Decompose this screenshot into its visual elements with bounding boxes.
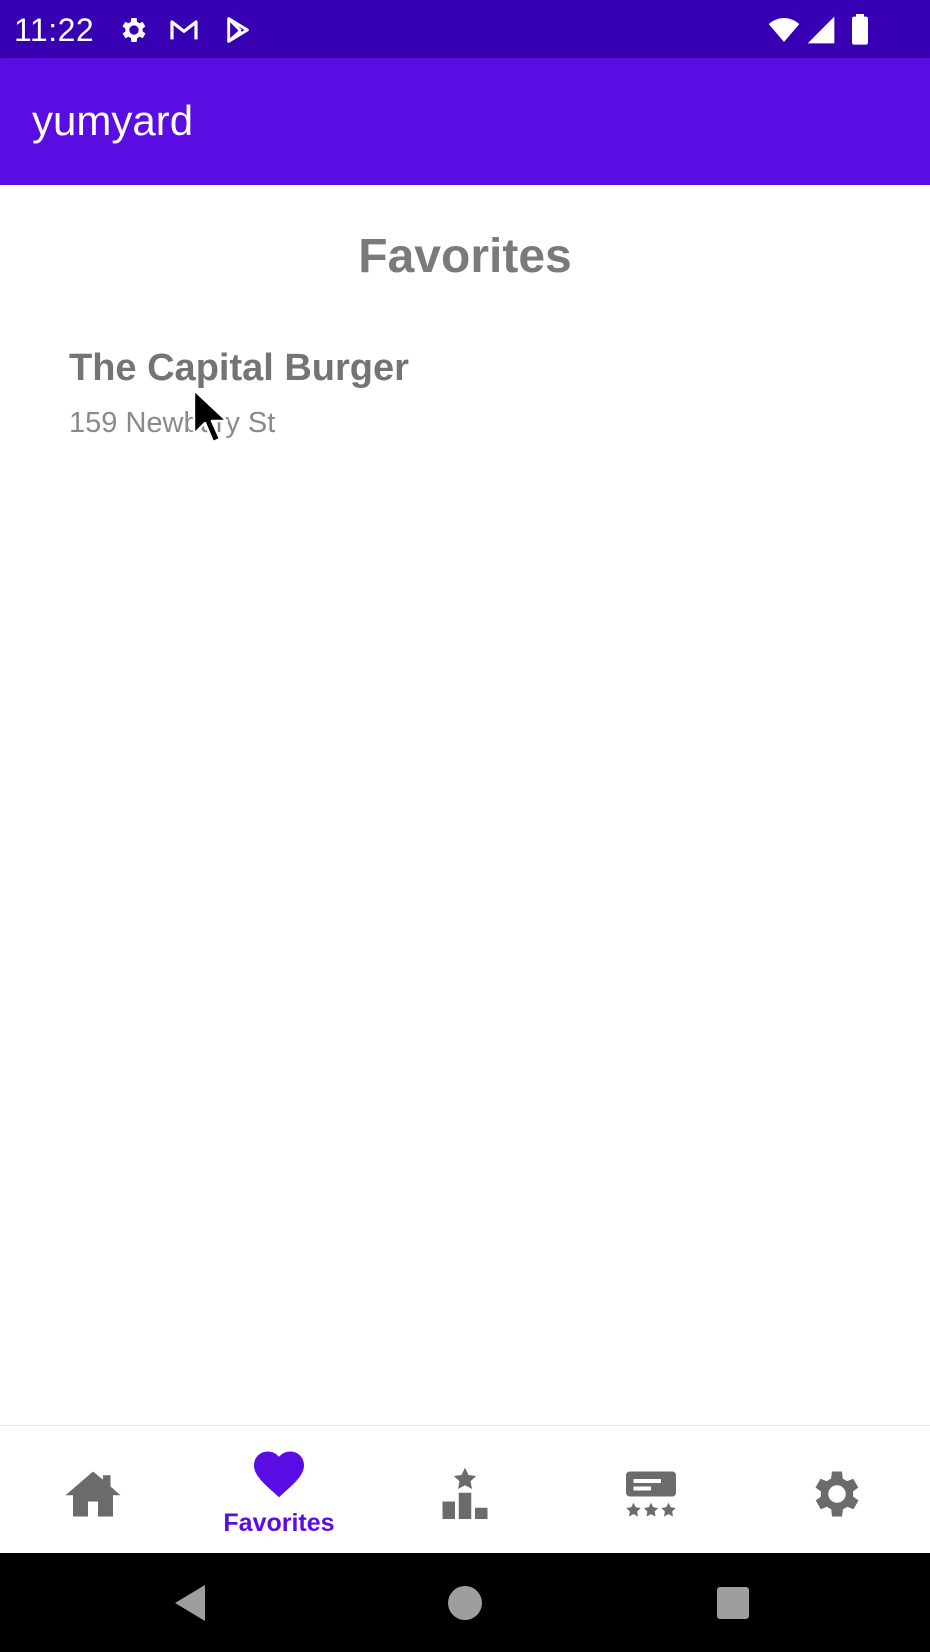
nav-item-leaderboard[interactable] [372, 1426, 558, 1554]
leaderboard-icon [442, 1467, 488, 1519]
nav-item-home[interactable] [0, 1426, 186, 1554]
reviews-icon [626, 1471, 676, 1517]
gear-icon [122, 18, 146, 42]
nav-label-favorites: Favorites [223, 1509, 335, 1537]
system-navigation-bar [0, 1553, 930, 1652]
bottom-navigation: Favorites [0, 1425, 930, 1554]
gmail-icon [170, 20, 198, 40]
nav-item-settings[interactable] [744, 1426, 930, 1554]
battery-icon [852, 14, 868, 45]
play-store-icon [227, 17, 249, 43]
restaurant-name: The Capital Burger [69, 347, 409, 389]
app-bar: yumyard [0, 58, 930, 185]
recents-icon[interactable] [709, 1579, 757, 1627]
wifi-icon [768, 18, 800, 42]
home-icon [65, 1471, 121, 1517]
status-time: 11:22 [14, 12, 95, 48]
favorite-list-item[interactable]: The Capital Burger 159 Newbury St [40, 345, 860, 465]
home-circle-icon[interactable] [441, 1579, 489, 1627]
signal-icon [807, 16, 835, 44]
back-icon[interactable] [167, 1579, 215, 1627]
app-title: yumyard [32, 97, 194, 144]
nav-item-favorites[interactable]: Favorites [186, 1426, 372, 1554]
nav-item-reviews[interactable] [558, 1426, 744, 1554]
settings-icon [815, 1471, 859, 1517]
page-title: Favorites [358, 230, 572, 283]
restaurant-address: 159 Newbury St [69, 407, 276, 439]
favorites-screen: Favorites The Capital Burger 159 Newbury… [0, 185, 930, 1425]
status-bar: 11:22 [0, 0, 930, 58]
heart-icon [254, 1451, 304, 1498]
